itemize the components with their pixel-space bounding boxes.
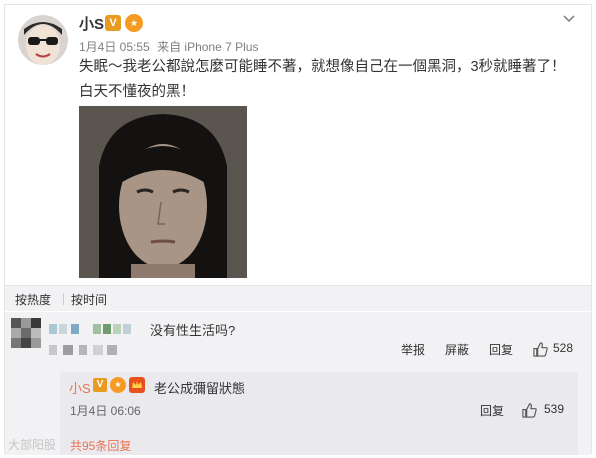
reply-text: 老公成彌留狀態 — [154, 381, 246, 396]
member-level-icon: ★ — [110, 377, 126, 393]
sort-divider — [63, 293, 64, 305]
post-meta: 1月4日 05:55 来自 iPhone 7 Plus — [79, 38, 262, 55]
reply-time: 1月4日 06:06 — [70, 404, 141, 418]
reply-like-count: 539 — [544, 402, 565, 416]
verified-badge-icon: V — [93, 378, 107, 392]
block-button[interactable]: 屏蔽 — [445, 341, 469, 358]
commenter-avatar[interactable] — [11, 318, 41, 348]
chevron-down-icon[interactable] — [561, 11, 577, 27]
post-time[interactable]: 1月4日 05:55 — [79, 40, 150, 54]
post-image[interactable] — [79, 106, 247, 278]
verified-badge-icon: V — [105, 15, 121, 31]
like-icon[interactable] — [522, 403, 537, 418]
comment-sort-bar: 按热度 按时间 — [5, 285, 591, 311]
reply-author-name[interactable]: 小S — [69, 378, 91, 397]
comment-list: 没有性生活吗? 举报 屏蔽 回复 528 小S V ★ 老公成彌留狀態 1月4日… — [5, 312, 591, 455]
like-icon[interactable] — [533, 342, 548, 357]
post: 小S V ★ 1月4日 05:55 来自 iPhone 7 Plus 失眠～我老… — [5, 5, 591, 283]
author-name[interactable]: 小S — [79, 13, 104, 34]
comment-like-count: 528 — [553, 341, 574, 355]
view-all-replies-link[interactable]: 共95条回复 — [70, 437, 131, 454]
post-text: 失眠～我老公都說怎麼可能睡不著，就想像自己在一個黑洞，3秒就睡著了！白天不懂夜的… — [79, 59, 566, 100]
post-source: 来自 iPhone 7 Plus — [157, 40, 259, 54]
sort-by-hot-button[interactable]: 按热度 — [15, 291, 51, 308]
report-button[interactable]: 举报 — [401, 341, 425, 358]
weibo-post-card: 小S V ★ 1月4日 05:55 来自 iPhone 7 Plus 失眠～我老… — [4, 4, 592, 455]
comment-time-pixelated — [49, 343, 129, 355]
commenter-name-pixelated[interactable] — [49, 322, 139, 336]
reply-reply-button[interactable]: 回复 — [480, 402, 504, 419]
reply-button[interactable]: 回复 — [489, 341, 513, 358]
member-level-icon: ★ — [125, 14, 143, 32]
author-reply: 小S V ★ 老公成彌留狀態 1月4日 06:06 回复 539 共95条回复 — [60, 372, 578, 455]
watermark: 大部阳股 — [8, 438, 57, 452]
vip-crown-icon — [129, 377, 145, 393]
comment-text: 没有性生活吗? — [150, 323, 236, 338]
author-avatar[interactable] — [18, 15, 68, 65]
sort-by-time-button[interactable]: 按时间 — [71, 291, 107, 308]
